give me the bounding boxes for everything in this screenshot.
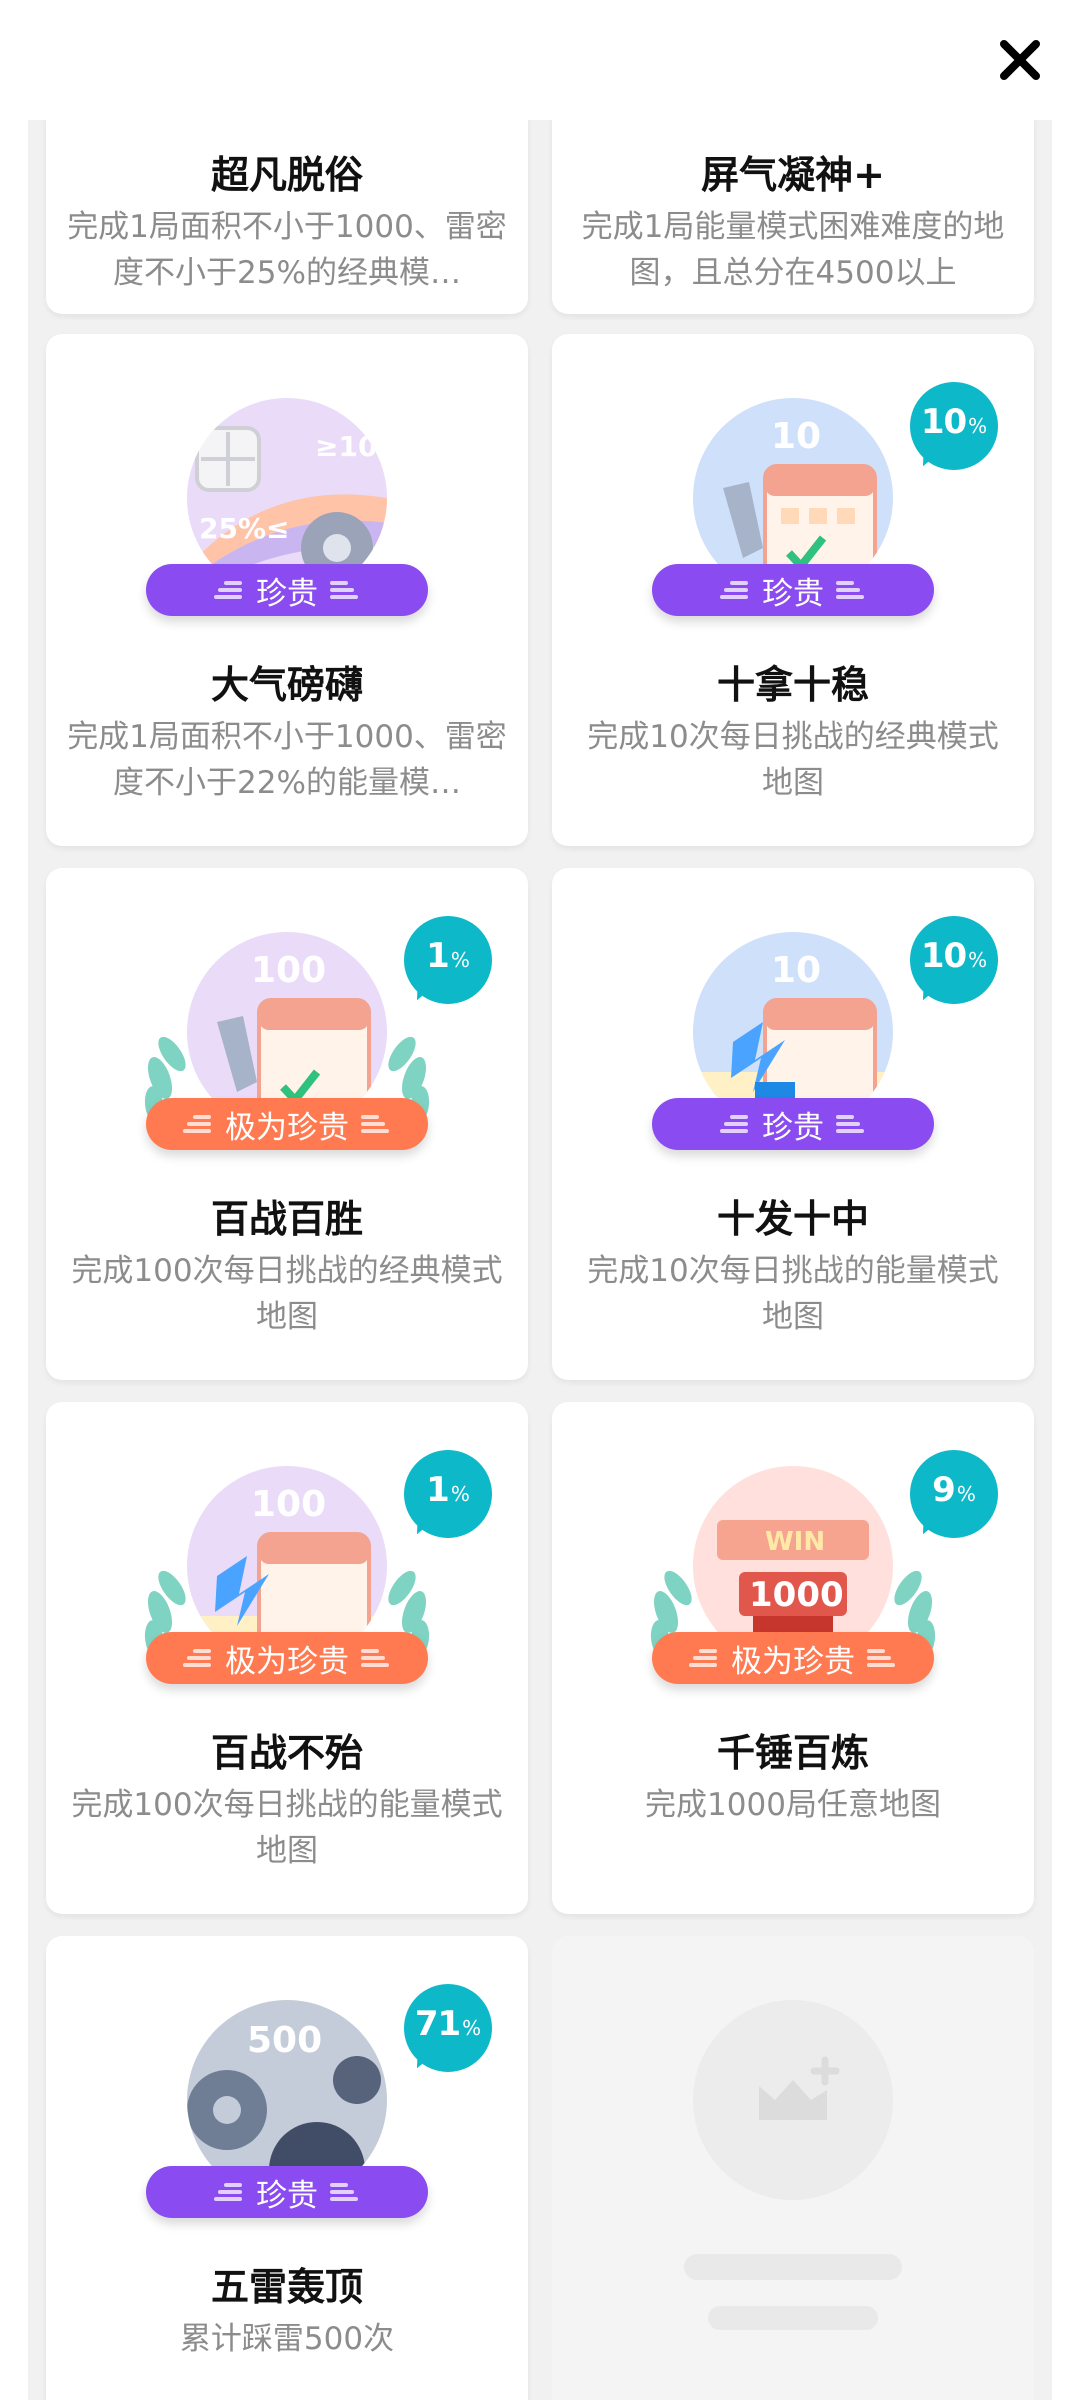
description-skeleton [708,2306,878,2330]
achievement-description: 完成100次每日挑战的能量模式地图 [71,1787,503,1869]
ribbon-decoration [330,2181,360,2203]
rarity-label: 珍贵 [762,1109,824,1146]
title-skeleton [684,2254,902,2280]
image-placeholder-icon [693,2000,893,2200]
achievement-description: 完成1局能量模式困难难度的地图，且总分在4500以上 [581,209,1005,291]
medal-text: 10 [771,416,821,457]
achievement-description: 完成100次每日挑战的经典模式地图 [71,1253,503,1335]
completion-percent: 9 [932,1470,956,1510]
rarity-ribbon: 极为珍贵 [652,1632,934,1684]
medal-text: 500 [247,2020,322,2061]
achievement-badge: 500 71% 珍贵 [46,1936,528,2236]
achievement-badge: 100 1% 极为珍贵 [46,868,528,1168]
completion-percent: 10 [920,936,967,976]
achievement-card[interactable]: 屏气凝神+ 完成1局能量模式困难难度的地图，且总分在4500以上 [552,120,1034,314]
rarity-ribbon: 珍贵 [652,1098,934,1150]
completion-percent: 1 [426,1470,450,1510]
percent-unit: % [450,948,470,972]
medal-text: ≥1000 [315,430,387,463]
ribbon-decoration [720,579,750,601]
completion-percent-badge: 10% [910,382,998,470]
completion-percent-badge: 71% [404,1984,492,2072]
completion-percent: 10 [920,402,967,442]
ribbon-decoration [330,579,360,601]
medal-text: 10 [771,950,821,991]
achievement-sheet[interactable]: 超凡脱俗 完成1局面积不小于1000、雷密度不小于25%的经典模… 屏气凝神+ … [28,120,1052,2400]
achievement-card[interactable]: 10 10% 珍贵 十发十中 完成10次每日挑战的能量模式地图 [552,868,1034,1380]
medal-text: 25%≤ [199,512,289,545]
achievement-title: 十发十中 [716,1197,869,1241]
ribbon-decoration [867,1647,897,1669]
rarity-ribbon: 珍贵 [652,564,934,616]
achievement-badge: 10 10% 珍贵 [552,868,1034,1168]
achievement-badge: ≥1000 25%≤ 珍贵 [46,334,528,634]
achievement-card[interactable]: ≥1000 25%≤ 珍贵 大气磅礴 完成1局面积不小于1000、雷密度不小于2… [46,334,528,846]
medal-text: 1000 [749,1575,844,1615]
ribbon-decoration [689,1647,719,1669]
percent-unit: % [450,1482,470,1506]
achievement-title: 超凡脱俗 [210,153,363,197]
rarity-ribbon: 极为珍贵 [146,1098,428,1150]
ribbon-decoration [214,579,244,601]
achievement-title: 百战百胜 [210,1197,363,1241]
ribbon-decoration [214,2181,244,2203]
achievement-card[interactable]: 超凡脱俗 完成1局面积不小于1000、雷密度不小于25%的经典模… [46,120,528,314]
percent-unit: % [968,948,988,972]
achievement-card[interactable]: 100 1% 极为珍贵 百战不殆 完成100次每日挑战的能量模式地图 [46,1402,528,1914]
percent-unit: % [462,2016,482,2040]
rarity-label: 珍贵 [256,575,318,612]
achievement-title: 屏气凝神+ [701,153,885,197]
medal-text: WIN [765,1527,825,1557]
rarity-label: 珍贵 [762,575,824,612]
completion-percent-badge: 1% [404,916,492,1004]
achievement-description: 完成1局面积不小于1000、雷密度不小于22%的能量模… [67,719,507,801]
percent-unit: % [968,414,988,438]
rarity-label: 珍贵 [256,2177,318,2214]
rarity-ribbon: 珍贵 [146,2166,428,2218]
achievement-description: 完成10次每日挑战的经典模式地图 [587,719,999,801]
rarity-label: 极为珍贵 [225,1643,349,1680]
completion-percent-badge: 10% [910,916,998,1004]
achievement-badge: WIN 1000 9% 极为珍贵 [552,1402,1034,1702]
ribbon-decoration [836,1113,866,1135]
achievement-title: 百战不殆 [210,1731,363,1775]
rarity-label: 极为珍贵 [731,1643,855,1680]
achievement-card[interactable]: 500 71% 珍贵 五雷轰顶 累计踩雷500次 [46,1936,528,2400]
achievement-badge: 100 1% 极为珍贵 [46,1402,528,1702]
completion-percent: 71 [414,2004,461,2044]
ribbon-decoration [361,1647,391,1669]
completion-percent-badge: 1% [404,1450,492,1538]
achievement-description: 累计踩雷500次 [179,2321,395,2357]
achievement-badge: 10 10% 珍贵 [552,334,1034,634]
medal-text: 100 [251,1484,326,1525]
ribbon-decoration [183,1113,213,1135]
completion-percent: 1 [426,936,450,976]
achievement-card[interactable]: 10 10% 珍贵 十拿十稳 完成10次每日挑战的经典模式地图 [552,334,1034,846]
completion-percent-badge: 9% [910,1450,998,1538]
achievement-description: 完成1局面积不小于1000、雷密度不小于25%的经典模… [67,209,507,291]
rarity-label: 极为珍贵 [225,1109,349,1146]
percent-unit: % [956,1482,976,1506]
achievement-title: 五雷轰顶 [210,2265,363,2309]
loading-placeholder-card [552,1936,1034,2400]
achievement-description: 完成1000局任意地图 [645,1787,941,1823]
top-bar [0,0,1080,120]
achievement-title: 十拿十稳 [716,663,869,707]
ribbon-decoration [720,1113,750,1135]
ribbon-decoration [361,1113,391,1135]
achievement-title: 千锤百炼 [716,1731,869,1775]
achievement-description: 完成10次每日挑战的能量模式地图 [587,1253,999,1335]
achievement-title: 大气磅礴 [210,663,363,707]
ribbon-decoration [183,1647,213,1669]
medal-text: 100 [251,950,326,991]
rarity-ribbon: 极为珍贵 [146,1632,428,1684]
achievement-card[interactable]: 100 1% 极为珍贵 百战百胜 完成100次每日挑战的经典模式地图 [46,868,528,1380]
ribbon-decoration [836,579,866,601]
close-button[interactable] [990,30,1050,90]
rarity-ribbon: 珍贵 [146,564,428,616]
close-icon[interactable] [990,30,1050,90]
achievement-card[interactable]: WIN 1000 9% 极为珍贵 千锤百炼 完成1000局任意地图 [552,1402,1034,1914]
